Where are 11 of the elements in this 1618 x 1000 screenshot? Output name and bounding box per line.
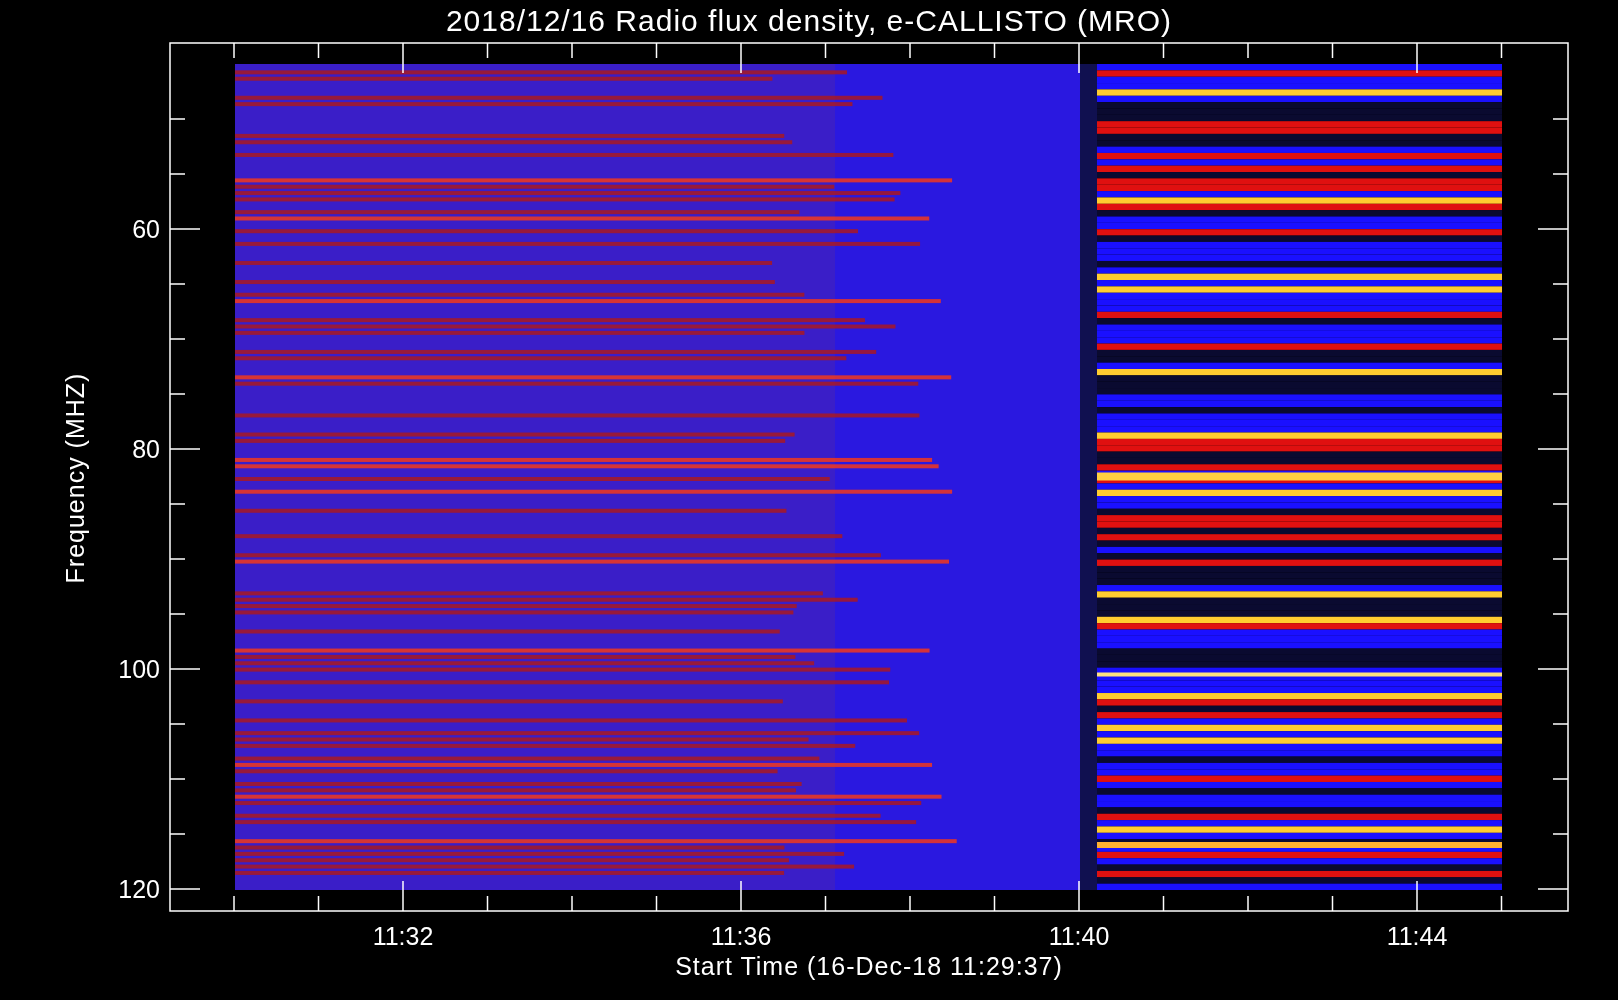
chart-title: 2018/12/16 Radio flux density, e-CALLISTO (MRO) (445, 4, 1173, 37)
x-tick-label: 11:44 (1386, 922, 1448, 950)
x-axis-label: Start Time (16-Dec-18 11:29:37) (675, 952, 1063, 980)
x-tick-label: 11:36 (710, 922, 772, 950)
y-tick-label: 100 (118, 655, 160, 683)
y-tick-label: 120 (118, 875, 160, 903)
x-tick-label: 11:32 (372, 922, 434, 950)
x-tick-label: 11:40 (1048, 922, 1110, 950)
y-tick-label: 60 (132, 215, 160, 243)
y-axis-label: Frequency (MHZ) (61, 372, 89, 584)
y-tick-label: 80 (132, 435, 160, 463)
